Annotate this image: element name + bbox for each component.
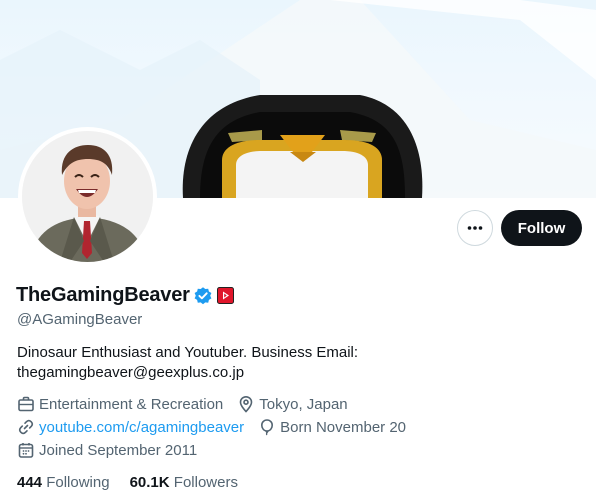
profile-website[interactable]: youtube.com/c/agamingbeaver — [17, 418, 244, 436]
followers-link[interactable]: 60.1K Followers — [130, 474, 238, 491]
birthday-text: Born November 20 — [280, 418, 407, 436]
joined-text: Joined September 2011 — [39, 441, 198, 459]
profile-name-row: TheGamingBeaver — [16, 284, 234, 307]
profile-avatar[interactable] — [18, 127, 157, 266]
briefcase-icon — [18, 396, 34, 412]
website-link[interactable]: youtube.com/c/agamingbeaver — [39, 419, 244, 436]
profile-meta-row-2: youtube.com/c/agamingbeaver Born Novembe… — [17, 418, 420, 436]
verified-badge-icon[interactable] — [193, 286, 213, 306]
profile-birthday: Born November 20 — [258, 418, 406, 436]
profile-bio: Dinosaur Enthusiast and Youtuber. Busine… — [17, 344, 359, 381]
category-text: Entertainment & Recreation — [39, 395, 224, 413]
display-name: TheGamingBeaver — [16, 284, 190, 306]
following-count: 444 — [17, 474, 47, 491]
location-pin-icon — [239, 395, 253, 413]
follow-counts: 444 Following 60.1K Followers — [17, 474, 258, 491]
link-icon — [18, 419, 34, 435]
following-label: Following — [46, 474, 110, 491]
more-horizontal-icon — [467, 226, 483, 230]
calendar-icon — [18, 443, 34, 458]
followers-count: 60.1K — [129, 474, 174, 491]
profile-location: Tokyo, Japan — [237, 395, 348, 413]
followers-label: Followers — [173, 474, 238, 491]
profile-meta-row-1: Entertainment & Recreation Tokyo, Japan — [17, 395, 362, 413]
profile-category: Entertainment & Recreation — [17, 395, 223, 413]
more-options-button[interactable] — [457, 210, 493, 246]
follow-button[interactable]: Follow — [501, 210, 582, 246]
youtube-affiliate-icon[interactable] — [216, 287, 234, 304]
profile-handle: @AGamingBeaver — [17, 311, 143, 328]
following-link[interactable]: 444 Following — [17, 474, 110, 491]
avatar-photo — [22, 131, 153, 262]
profile-meta-row-3: Joined September 2011 — [17, 441, 211, 459]
profile-joined: Joined September 2011 — [17, 441, 197, 459]
balloon-icon — [261, 419, 274, 436]
location-text: Tokyo, Japan — [259, 395, 348, 413]
